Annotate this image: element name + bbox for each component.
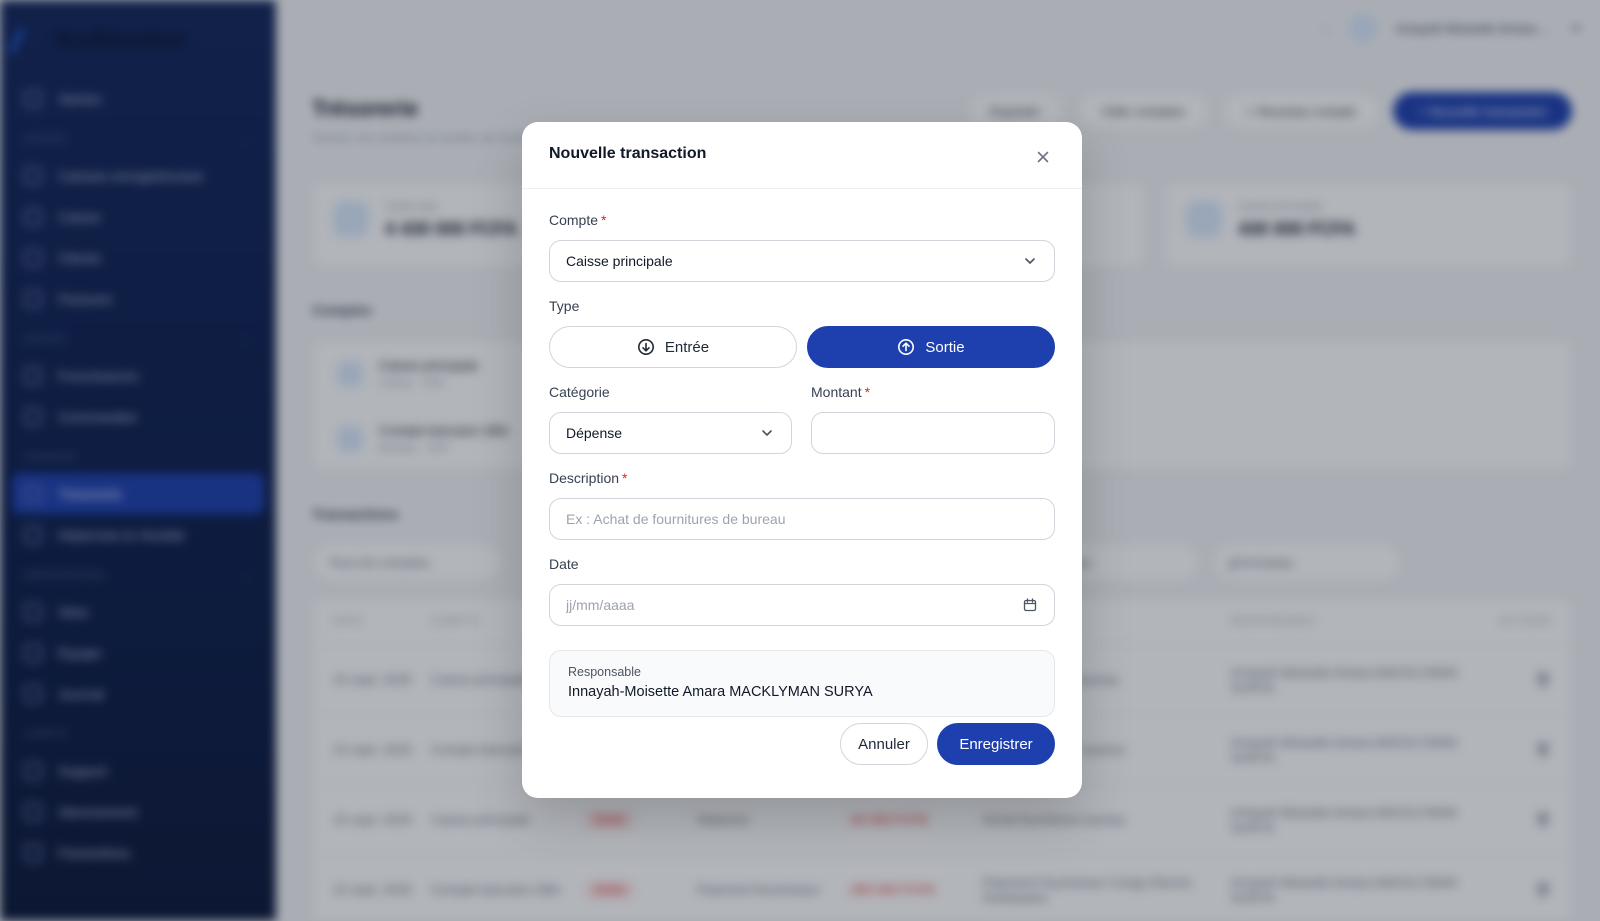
date-label: Date bbox=[549, 556, 579, 572]
date-input[interactable] bbox=[566, 597, 1022, 613]
calendar-icon[interactable] bbox=[1022, 597, 1038, 613]
date-field-wrap bbox=[549, 584, 1055, 626]
modal-header: Nouvelle transaction bbox=[522, 122, 1082, 189]
compte-label: Compte * bbox=[549, 212, 607, 228]
categorie-label: Catégorie bbox=[549, 384, 610, 400]
type-sortie-label: Sortie bbox=[925, 338, 965, 356]
type-entree-button[interactable]: Entrée bbox=[549, 326, 797, 368]
description-label: Description * bbox=[549, 470, 628, 486]
save-button[interactable]: Enregistrer bbox=[937, 723, 1055, 765]
responsable-box: Responsable Innayah-Moisette Amara MACKL… bbox=[549, 650, 1055, 717]
compte-select[interactable]: Caisse principale bbox=[549, 240, 1055, 282]
arrow-up-circle-icon bbox=[898, 339, 915, 355]
cancel-button[interactable]: Annuler bbox=[840, 723, 928, 765]
type-entree-label: Entrée bbox=[664, 338, 710, 356]
responsable-label: Responsable bbox=[568, 665, 641, 679]
arrow-down-circle-icon bbox=[637, 339, 654, 355]
close-button[interactable] bbox=[1030, 144, 1056, 170]
required-mark: * bbox=[601, 212, 607, 228]
montant-field-wrap bbox=[811, 412, 1055, 454]
close-icon bbox=[1037, 151, 1049, 163]
responsable-name: Innayah-Moisette Amara MACKLYMAN SURYA bbox=[568, 684, 873, 700]
montant-input[interactable] bbox=[828, 425, 1038, 441]
description-input[interactable] bbox=[566, 511, 1038, 527]
chevron-down-icon bbox=[762, 430, 772, 436]
montant-label: Montant * bbox=[811, 384, 871, 400]
categorie-value: Dépense bbox=[566, 425, 623, 441]
required-mark: * bbox=[622, 470, 628, 486]
type-sortie-button[interactable]: Sortie bbox=[807, 326, 1055, 368]
chevron-down-icon bbox=[1025, 258, 1035, 264]
new-transaction-modal: Nouvelle transaction Compte * Caisse prin… bbox=[522, 122, 1082, 798]
type-label: Type bbox=[549, 298, 580, 314]
required-mark: * bbox=[864, 384, 871, 400]
modal-title: Nouvelle transaction bbox=[549, 145, 707, 162]
categorie-select[interactable]: Dépense bbox=[549, 412, 792, 454]
description-field-wrap bbox=[549, 498, 1055, 540]
compte-value: Caisse principale bbox=[566, 253, 673, 269]
